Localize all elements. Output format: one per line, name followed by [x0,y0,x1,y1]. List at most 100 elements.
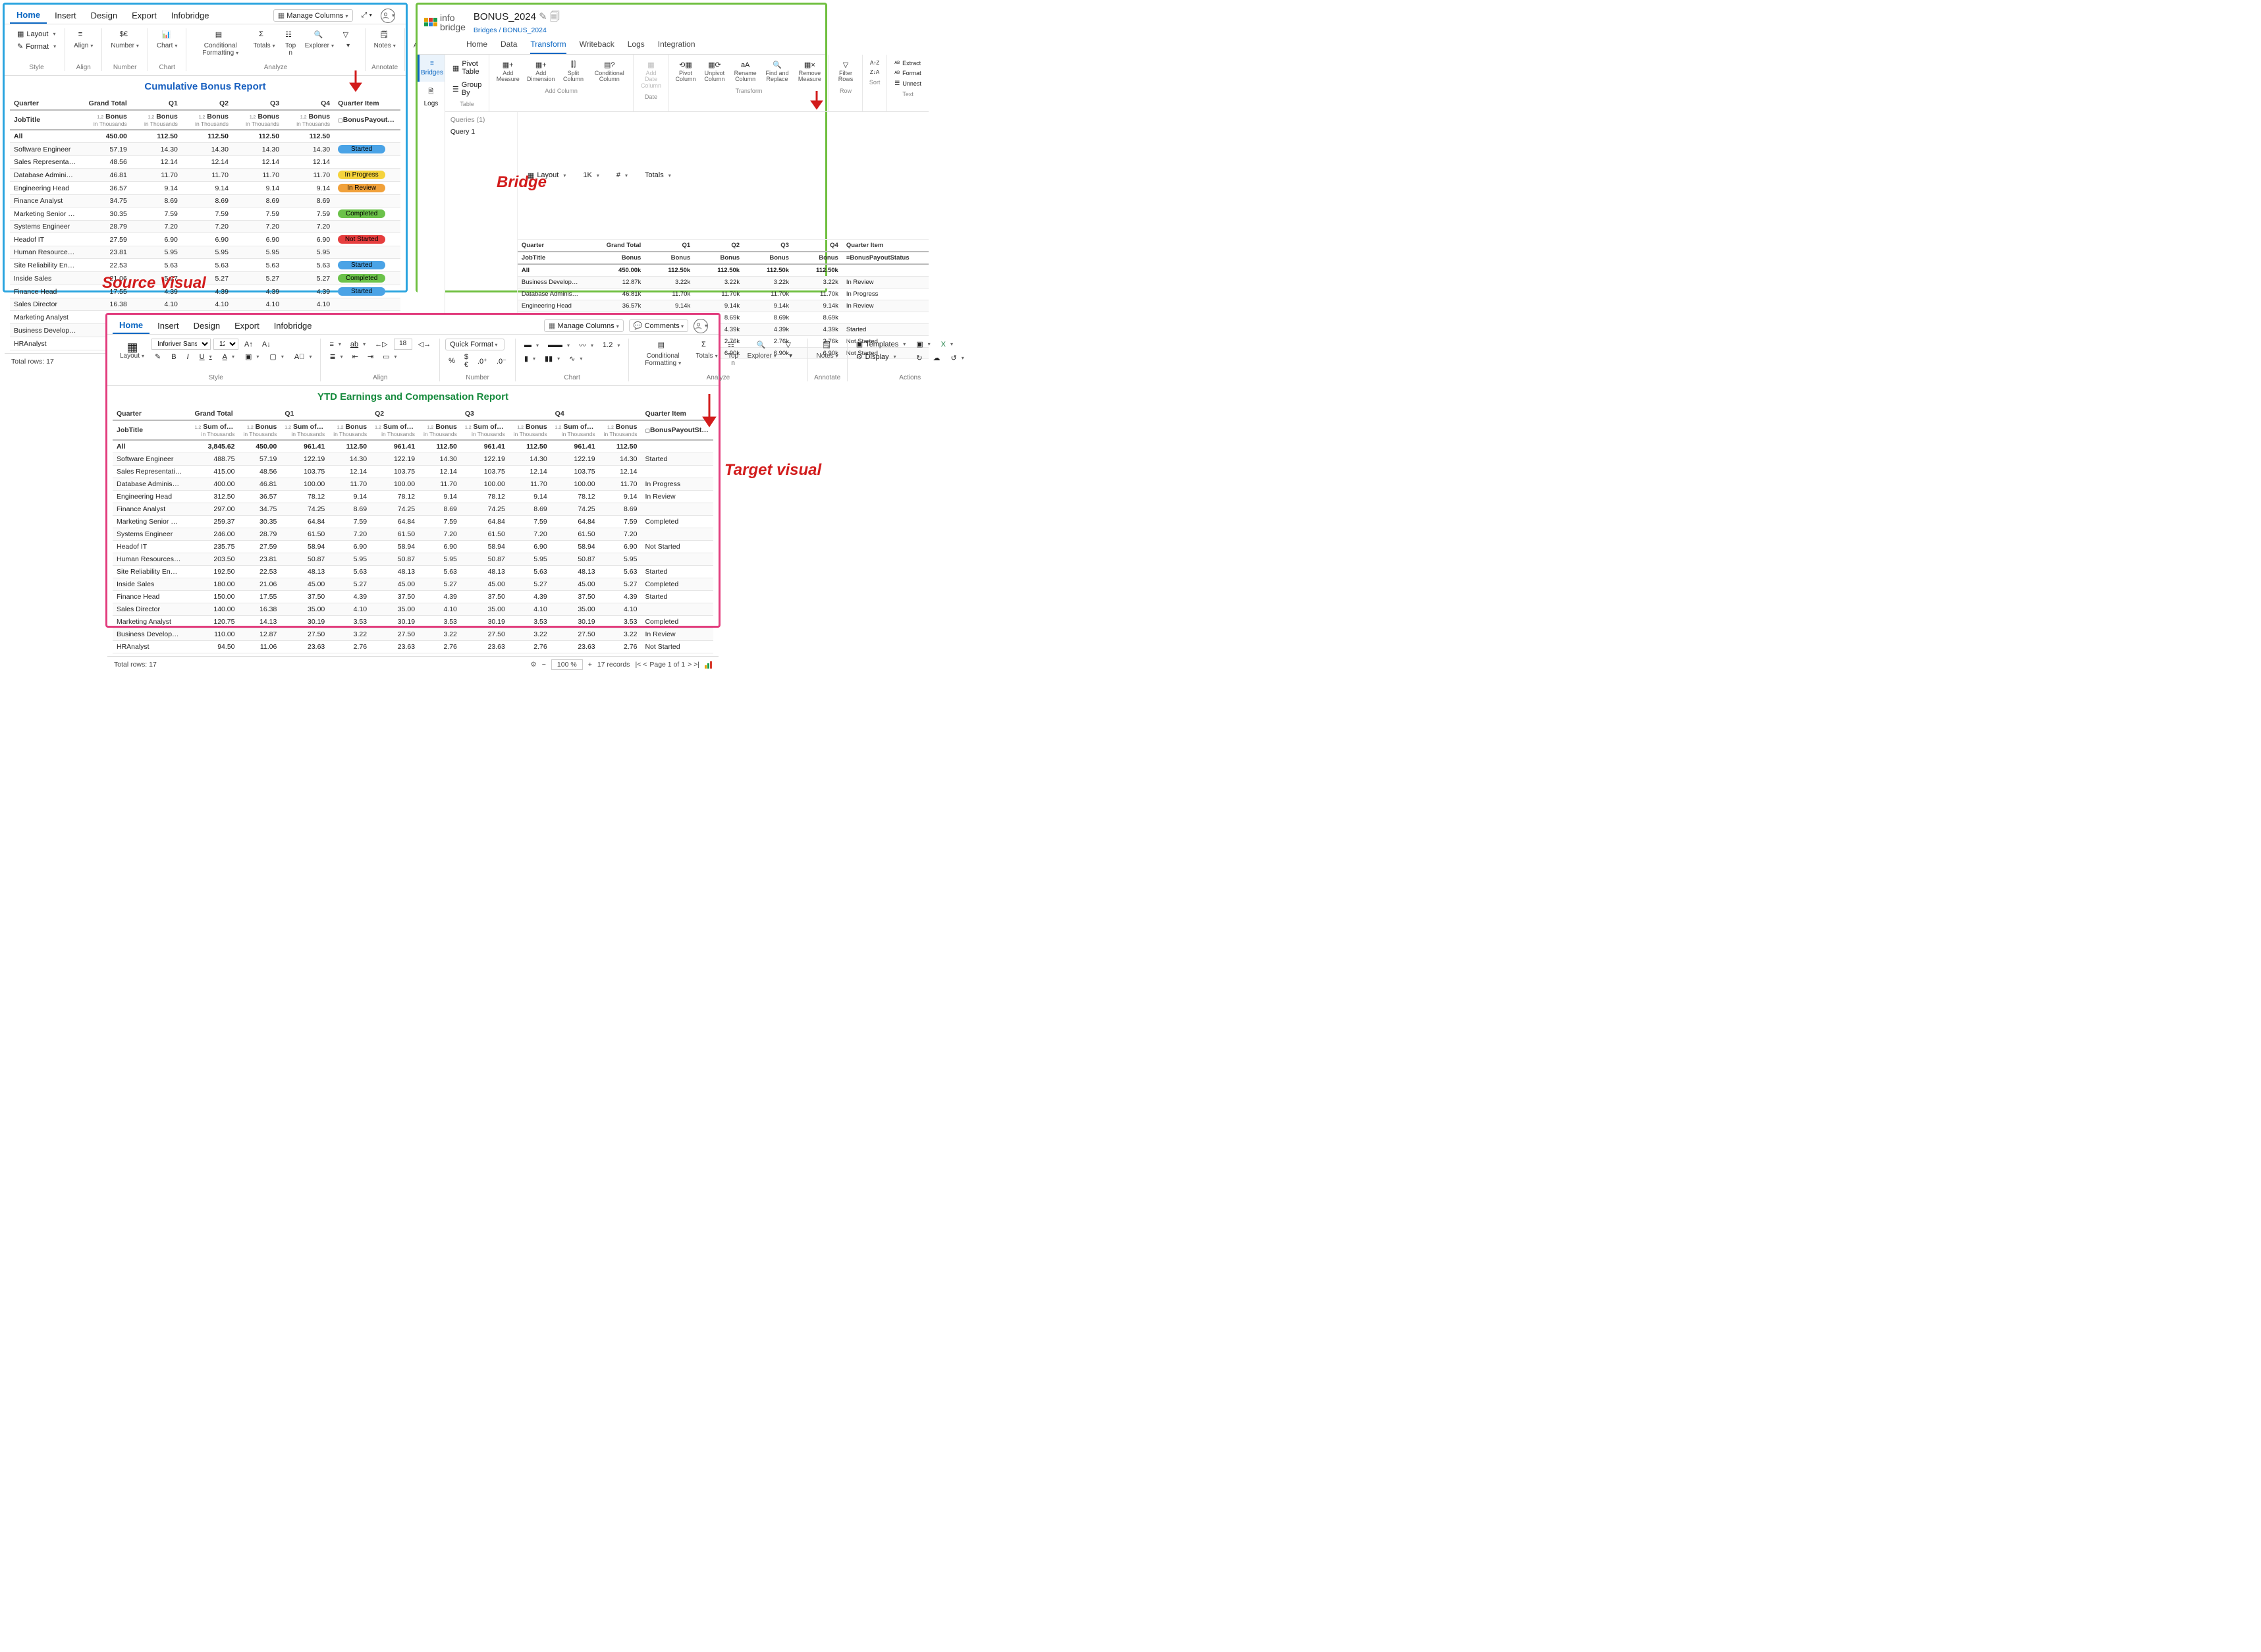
settings-gear-icon[interactable]: ⚙ [530,661,536,669]
extract-button[interactable]: ᴬᴮ Extract [891,59,924,68]
zoom-out-button[interactable]: − [542,661,546,669]
font-grow-button[interactable]: A↑ [241,339,256,350]
align-button[interactable]: ≡Align [70,28,96,51]
group-by-button[interactable]: ☰ Group By [449,80,485,98]
chart-misc-button[interactable]: 1.2 [599,339,623,352]
unnest-button[interactable]: ☰ Unnest [891,78,925,88]
cf-button[interactable]: ▤Conditional Formatting [192,28,249,59]
table-row[interactable]: All3,845.62450.00961.41112.50961.41112.5… [113,440,713,453]
export-x-button[interactable]: X [938,339,956,350]
layout-button[interactable]: ▦ Layout [14,28,59,40]
font-color-button[interactable]: A [219,352,238,362]
add-dimension-button[interactable]: ▦+Add Dimension [525,59,557,85]
unpivot-column-button[interactable]: ▦⟳Unpivot Column [701,59,728,85]
arrows-icon[interactable]: ⤢ ▾ [358,10,375,21]
table-row[interactable]: Site Reliability En…22.535.635.635.635.6… [10,259,400,272]
col-header[interactable]: Q2 [371,408,461,420]
percent-button[interactable]: % [445,352,458,370]
table-row[interactable]: Marketing Senior …259.3730.3564.847.5964… [113,516,713,528]
borders-button[interactable]: ▢ [266,351,286,362]
merge-cells-button[interactable]: ▭ [379,351,400,362]
cloud-button[interactable]: ☁ [929,352,943,364]
bridge-tab-logs[interactable]: Logs [628,40,645,54]
totals-button[interactable]: ΣTotals [695,339,718,362]
currency-button[interactable]: $€ [461,352,472,370]
totals-dropdown[interactable]: Totals [641,170,674,180]
table-row[interactable]: Software Engineer57.1914.3014.3014.3014.… [10,143,400,156]
table-row[interactable]: Sales Director16.384.104.104.104.10 [10,298,400,311]
fill-color-button[interactable]: ▣ [242,351,262,362]
col-header[interactable]: Quarter Item [641,408,713,420]
col-header[interactable]: Q1 [281,408,371,420]
k-format-dropdown[interactable]: 1K [580,170,602,180]
quick-format-dropdown[interactable]: Quick Format [445,339,504,350]
split-column-button[interactable]: ⫿⫿Split Column [559,59,587,85]
col-header[interactable]: Quarter [113,408,191,420]
format-painter-button[interactable]: ✎ [151,351,164,362]
table-row[interactable]: Finance Analyst34.758.698.698.698.69 [10,195,400,207]
table-row[interactable]: Engineering Head36.57k9.14k9.14k9.14k9.1… [518,300,929,312]
font-size-select[interactable]: 12 [213,339,238,350]
pivot-table-button[interactable]: ▦ Pivot Table [449,59,485,77]
user-avatar[interactable] [694,319,708,333]
user-avatar[interactable] [381,9,395,23]
table-row[interactable]: HRAnalyst94.5011.0623.632.7623.632.7623.… [113,641,713,653]
indent-value[interactable]: 18 [394,339,412,350]
table-row[interactable]: Finance Head150.0017.5537.504.3937.504.3… [113,591,713,603]
topn-button[interactable]: ☷Top n [279,28,302,59]
bridge-tab-home[interactable]: Home [466,40,487,54]
col-header[interactable]: Q3 [232,97,283,110]
bridge-tab-transform[interactable]: Transform [530,40,566,54]
align-left-row[interactable]: ≡ [326,339,344,350]
table-row[interactable]: Sales Representati…48.5612.1412.1412.141… [10,156,400,169]
italic-button[interactable]: I [184,352,192,362]
undo-button[interactable]: ↺ [947,352,967,364]
table-row[interactable]: Headof IT27.596.906.906.906.90Not Starte… [10,233,400,246]
filter-button[interactable]: ▽▾ [337,28,360,51]
col-header[interactable]: Quarter [10,97,80,110]
decimal-inc-button[interactable]: .0⁺ [474,352,491,370]
col-header[interactable]: Grand Total [591,240,645,252]
table-row[interactable]: Human Resources…203.5023.8150.875.9550.8… [113,553,713,566]
export-excel-button[interactable]: ▣ [913,339,933,350]
bridge-side-logs[interactable]: 🗎Logs [418,82,445,113]
indent-plus-icon[interactable]: ◁→ [415,339,434,350]
table-row[interactable]: All450.00112.50112.50112.50112.50 [10,130,400,143]
tab-insert[interactable]: Insert [48,8,83,23]
hash-format-dropdown[interactable]: # [613,170,631,180]
bridge-side-bridges[interactable]: ≡Bridges [418,55,445,82]
table-row[interactable]: Database Adminis…46.81k11.70k11.70k11.70… [518,288,929,300]
table-row[interactable]: Marketing Senior …30.357.597.597.597.59C… [10,207,400,221]
layout-button[interactable]: ▦Layout [117,339,148,362]
col-header[interactable]: Grand Total [191,408,281,420]
tab-design[interactable]: Design [84,8,124,23]
table-row[interactable]: Inside Sales21.065.275.275.275.27Complet… [10,272,400,285]
col-header[interactable]: Q2 [694,240,744,252]
totals-button[interactable]: ΣTotals [253,28,275,51]
table-row[interactable]: Systems Engineer28.797.207.207.207.20 [10,221,400,233]
chart-button[interactable]: 📊Chart [153,28,180,51]
number-button[interactable]: $€Number [107,28,142,51]
outdent-button[interactable]: ⇤ [349,351,362,362]
filter-button[interactable]: ▽▾ [780,339,802,362]
sort-desc-button[interactable]: Z↓A [867,68,883,76]
comments-dropdown[interactable]: 💬 Comments [629,319,688,332]
explorer-button[interactable]: 🔍Explorer [748,339,776,362]
table-row[interactable]: Business Develop…110.0012.8727.503.2227.… [113,628,713,641]
notes-button[interactable]: 🗒Notes [813,339,842,362]
col-header[interactable]: Quarter Item [334,97,400,110]
table-row[interactable]: Software Engineer488.7557.19122.1914.301… [113,453,713,466]
indent-button[interactable]: ⇥ [364,351,377,362]
remove-measure-button[interactable]: ▦×Remove Measure [795,59,825,85]
topn-button[interactable]: ☷Top n [722,339,744,369]
redo-button[interactable]: ↻ [913,352,925,364]
display-button[interactable]: ⚙ Display [853,351,910,362]
bold-button[interactable]: B [168,352,179,362]
chart-line-button[interactable]: 〰 [576,339,597,352]
cf-button[interactable]: ▤Conditional Formatting [634,339,692,369]
format-text-button[interactable]: ᴬᴮ Format [891,69,924,78]
table-row[interactable]: Headof IT235.7527.5958.946.9058.946.9058… [113,541,713,553]
table-row[interactable]: All450.00k112.50k112.50k112.50k112.50k [518,264,929,277]
col-header[interactable]: Q1 [645,240,694,252]
notes-button[interactable]: 🗒Notes [371,28,399,51]
